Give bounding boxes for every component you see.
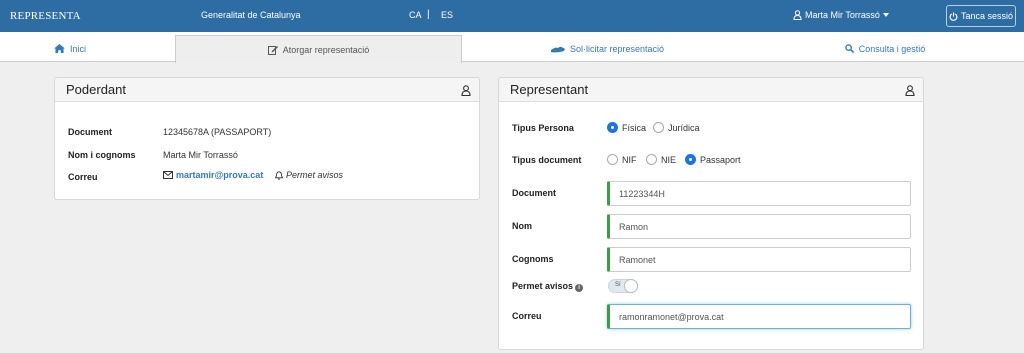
radio-doc-nie[interactable]: NIE: [646, 154, 676, 165]
power-icon: [949, 11, 958, 21]
radio-person-juridica-label: Jurídica: [668, 122, 700, 133]
logout-button[interactable]: Tanca sessió: [946, 5, 1016, 27]
poderdant-email-label: Correu: [68, 172, 98, 182]
poderdant-document-value: 12345678A (PASSAPORT): [163, 127, 272, 137]
representant-panel-header: Representant: [499, 78, 923, 102]
doc-type-label: Tipus document: [512, 155, 582, 165]
person-type-label: Tipus Persona: [512, 123, 574, 133]
info-icon[interactable]: i: [575, 284, 584, 292]
rep-email-input[interactable]: [607, 304, 911, 329]
radio-indicator: [607, 154, 618, 165]
poderdant-title: Poderdant: [66, 82, 126, 97]
caret-down-icon: [882, 13, 889, 17]
poderdant-name-value: Marta Mir Torrassó: [163, 150, 238, 160]
poderdant-panel: Poderdant: [54, 77, 480, 200]
poderdant-notify-label: Permet avisos: [286, 170, 344, 180]
rep-surname-label: Cognoms: [512, 254, 554, 264]
organization-name: Generalitat de Catalunya: [201, 10, 301, 20]
bell-icon: [275, 170, 283, 180]
language-ca-link[interactable]: CA: [409, 10, 422, 20]
poderdant-notify: Permet avisos: [275, 170, 343, 180]
main-nav: Inici Atorgar representació Sol·licitar …: [0, 32, 1024, 63]
user-icon: [905, 85, 915, 96]
envelope-icon: [163, 171, 173, 179]
search-icon: [844, 44, 854, 53]
rep-document-input[interactable]: [607, 181, 911, 206]
radio-person-fisica-label: Física: [622, 122, 647, 133]
poderdant-name-label: Nom i cognoms: [68, 150, 136, 160]
user-icon: [793, 10, 802, 20]
top-bar: REPRESENTA Generalitat de Catalunya CA |…: [0, 0, 1024, 32]
radio-selected-indicator: [685, 154, 696, 165]
rep-notify-label: Permet avisos i: [512, 281, 584, 292]
handshake-icon: [550, 46, 565, 52]
radio-doc-nif[interactable]: NIF: [607, 154, 637, 165]
rep-document-label: Document: [512, 188, 557, 198]
radio-doc-nif-label: NIF: [622, 154, 637, 165]
radio-person-juridica[interactable]: Jurídica: [653, 122, 700, 133]
notify-toggle[interactable]: Sí: [608, 279, 638, 293]
radio-doc-passaport[interactable]: Passaport: [685, 154, 741, 165]
tab-atorgar-representacio[interactable]: Atorgar representació: [175, 35, 462, 63]
poderdant-panel-header: Poderdant: [55, 78, 479, 102]
app-brand[interactable]: REPRESENTA: [10, 10, 81, 22]
radio-doc-passaport-label: Passaport: [700, 154, 741, 165]
edit-icon: [267, 45, 278, 55]
rep-name-input[interactable]: [607, 214, 911, 239]
rep-surname-input[interactable]: [607, 247, 911, 272]
poderdant-email-link[interactable]: martamir@prova.cat: [176, 170, 263, 180]
notify-toggle-text: Sí: [615, 282, 621, 288]
home-icon: [54, 44, 65, 53]
toggle-knob: [624, 279, 638, 293]
radio-person-fisica[interactable]: Física: [607, 122, 646, 133]
tab-inici[interactable]: Inici: [40, 35, 100, 62]
representant-title: Representant: [510, 82, 589, 97]
radio-selected-indicator: [607, 122, 618, 133]
logout-label: Tanca sessió: [960, 11, 1014, 21]
user-icon: [461, 85, 471, 96]
rep-email-label: Correu: [512, 311, 542, 321]
radio-indicator: [646, 154, 657, 165]
radio-doc-nie-label: NIE: [661, 154, 677, 165]
user-name: Marta Mir Torrassó: [805, 10, 880, 20]
radio-indicator: [653, 122, 664, 133]
language-separator: |: [427, 9, 430, 20]
poderdant-email: martamir@prova.cat: [163, 170, 263, 180]
language-es-link[interactable]: ES: [441, 10, 453, 20]
poderdant-document-label: Document: [68, 127, 113, 137]
rep-notify-label-text: Permet avisos: [512, 281, 574, 291]
rep-name-label: Nom: [512, 221, 532, 231]
tab-sollicitar-representacio[interactable]: Sol·licitar representació: [540, 35, 675, 62]
tab-consulta-gestio[interactable]: Consulta i gestió: [835, 35, 935, 62]
tab-atorgar-label: Atorgar representació: [282, 44, 370, 55]
tab-sollicitar-label: Sol·licitar representació: [569, 43, 665, 54]
tab-consulta-label: Consulta i gestió: [858, 43, 926, 54]
user-menu[interactable]: Marta Mir Torrassó: [793, 10, 889, 20]
tab-inici-label: Inici: [69, 43, 86, 54]
